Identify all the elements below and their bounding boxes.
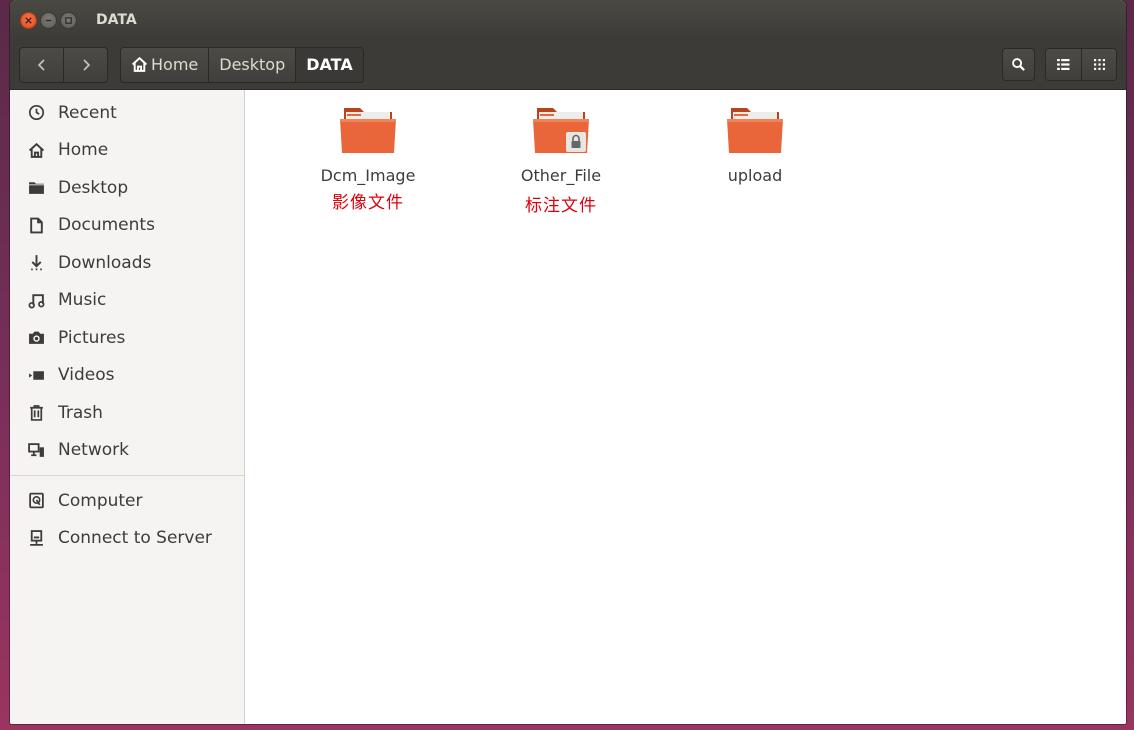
breadcrumb-data-label: DATA xyxy=(306,55,353,74)
document-icon xyxy=(29,217,43,234)
computer-icon xyxy=(28,492,44,509)
folder-annotation: 影像文件 xyxy=(332,193,404,213)
folder-name: Other_File xyxy=(520,166,602,185)
toolbar: Home Desktop DATA xyxy=(10,40,1126,90)
sidebar-item-music[interactable]: Music xyxy=(10,282,244,320)
search-icon xyxy=(1012,58,1025,71)
chevron-right-icon xyxy=(82,58,90,71)
folder-icon xyxy=(725,106,785,156)
home-icon xyxy=(131,56,148,72)
sidebar-item-label: Network xyxy=(58,440,129,461)
camera-icon xyxy=(28,331,44,345)
folder-name: upload xyxy=(727,166,783,185)
minimize-window-button[interactable] xyxy=(40,11,57,29)
sidebar-item-label: Downloads xyxy=(58,252,152,273)
sidebar-item-label: Pictures xyxy=(58,327,126,348)
close-icon xyxy=(25,16,32,24)
home-icon xyxy=(28,142,44,158)
maximize-icon xyxy=(65,16,72,24)
back-button[interactable] xyxy=(20,48,63,82)
sidebar-item-computer[interactable]: Computer xyxy=(10,482,244,520)
sidebar-item-label: Music xyxy=(58,290,107,311)
file-view[interactable]: Dcm_Image 影像文件 Other_File 标注文件 upload xyxy=(255,90,1126,724)
folder-item-other-file[interactable]: Other_File 标注文件 xyxy=(491,90,631,216)
sidebar-item-downloads[interactable]: Downloads xyxy=(10,244,244,282)
server-icon xyxy=(29,529,43,546)
view-switcher xyxy=(1045,48,1117,81)
sidebar-item-trash[interactable]: Trash xyxy=(10,394,244,432)
folder-icon xyxy=(531,106,591,156)
folder-icon xyxy=(28,182,44,195)
network-icon xyxy=(27,442,44,457)
file-manager-window: DATA Home Desktop DATA Recent Home Deskt… xyxy=(10,0,1126,724)
list-view-icon xyxy=(1057,59,1070,70)
folder-item-dcm-image[interactable]: Dcm_Image 影像文件 xyxy=(298,90,438,213)
forward-button[interactable] xyxy=(63,47,107,82)
folder-icon xyxy=(338,106,398,156)
trash-icon xyxy=(29,405,43,422)
list-view-button[interactable] xyxy=(1046,49,1081,80)
sidebar-item-network[interactable]: Network xyxy=(10,432,244,470)
grid-view-icon xyxy=(1093,59,1105,70)
video-icon xyxy=(28,371,44,380)
sidebar-item-label: Videos xyxy=(58,365,115,386)
folder-item-upload[interactable]: upload xyxy=(685,90,825,185)
sidebar-item-recent[interactable]: Recent xyxy=(10,94,244,132)
sidebar-item-label: Computer xyxy=(58,490,143,511)
sidebar-item-label: Documents xyxy=(58,215,155,236)
breadcrumb-home-label: Home xyxy=(151,55,199,74)
folder-name: Dcm_Image xyxy=(320,166,416,185)
sidebar-item-label: Recent xyxy=(58,102,117,123)
grid-view-button[interactable] xyxy=(1081,49,1116,80)
sidebar-item-home[interactable]: Home xyxy=(10,132,244,170)
sidebar-item-connect-to-server[interactable]: Connect to Server xyxy=(10,520,244,558)
sidebar-item-label: Desktop xyxy=(58,177,129,198)
breadcrumb: Home Desktop DATA xyxy=(120,46,364,83)
music-icon xyxy=(28,293,44,309)
sidebar-item-documents[interactable]: Documents xyxy=(10,207,244,245)
breadcrumb-home[interactable]: Home xyxy=(121,47,209,82)
sidebar-item-desktop[interactable]: Desktop xyxy=(10,169,244,207)
search-button[interactable] xyxy=(1002,48,1035,81)
sidebar-item-label: Trash xyxy=(58,402,103,423)
lock-icon xyxy=(566,132,586,152)
sidebar-divider xyxy=(10,475,244,476)
minimize-icon xyxy=(45,19,52,21)
sidebar-item-videos[interactable]: Videos xyxy=(10,357,244,395)
maximize-window-button[interactable] xyxy=(60,11,77,29)
sidebar-item-label: Connect to Server xyxy=(58,528,212,549)
download-icon xyxy=(30,255,42,271)
toolbar-right xyxy=(1002,48,1117,81)
clock-icon xyxy=(28,105,44,121)
sidebar: Recent Home Desktop Documents Downloads … xyxy=(10,90,245,724)
navigation-buttons xyxy=(19,46,108,83)
breadcrumb-desktop[interactable]: Desktop xyxy=(208,47,296,82)
breadcrumb-data[interactable]: DATA xyxy=(295,47,363,82)
title-bar[interactable]: DATA xyxy=(10,0,1126,40)
breadcrumb-desktop-label: Desktop xyxy=(219,55,286,74)
close-window-button[interactable] xyxy=(20,11,37,29)
sidebar-item-pictures[interactable]: Pictures xyxy=(10,319,244,357)
sidebar-item-label: Home xyxy=(58,140,109,161)
chevron-left-icon xyxy=(37,58,45,71)
folder-annotation: 标注文件 xyxy=(525,196,597,216)
window-title: DATA xyxy=(96,12,137,28)
